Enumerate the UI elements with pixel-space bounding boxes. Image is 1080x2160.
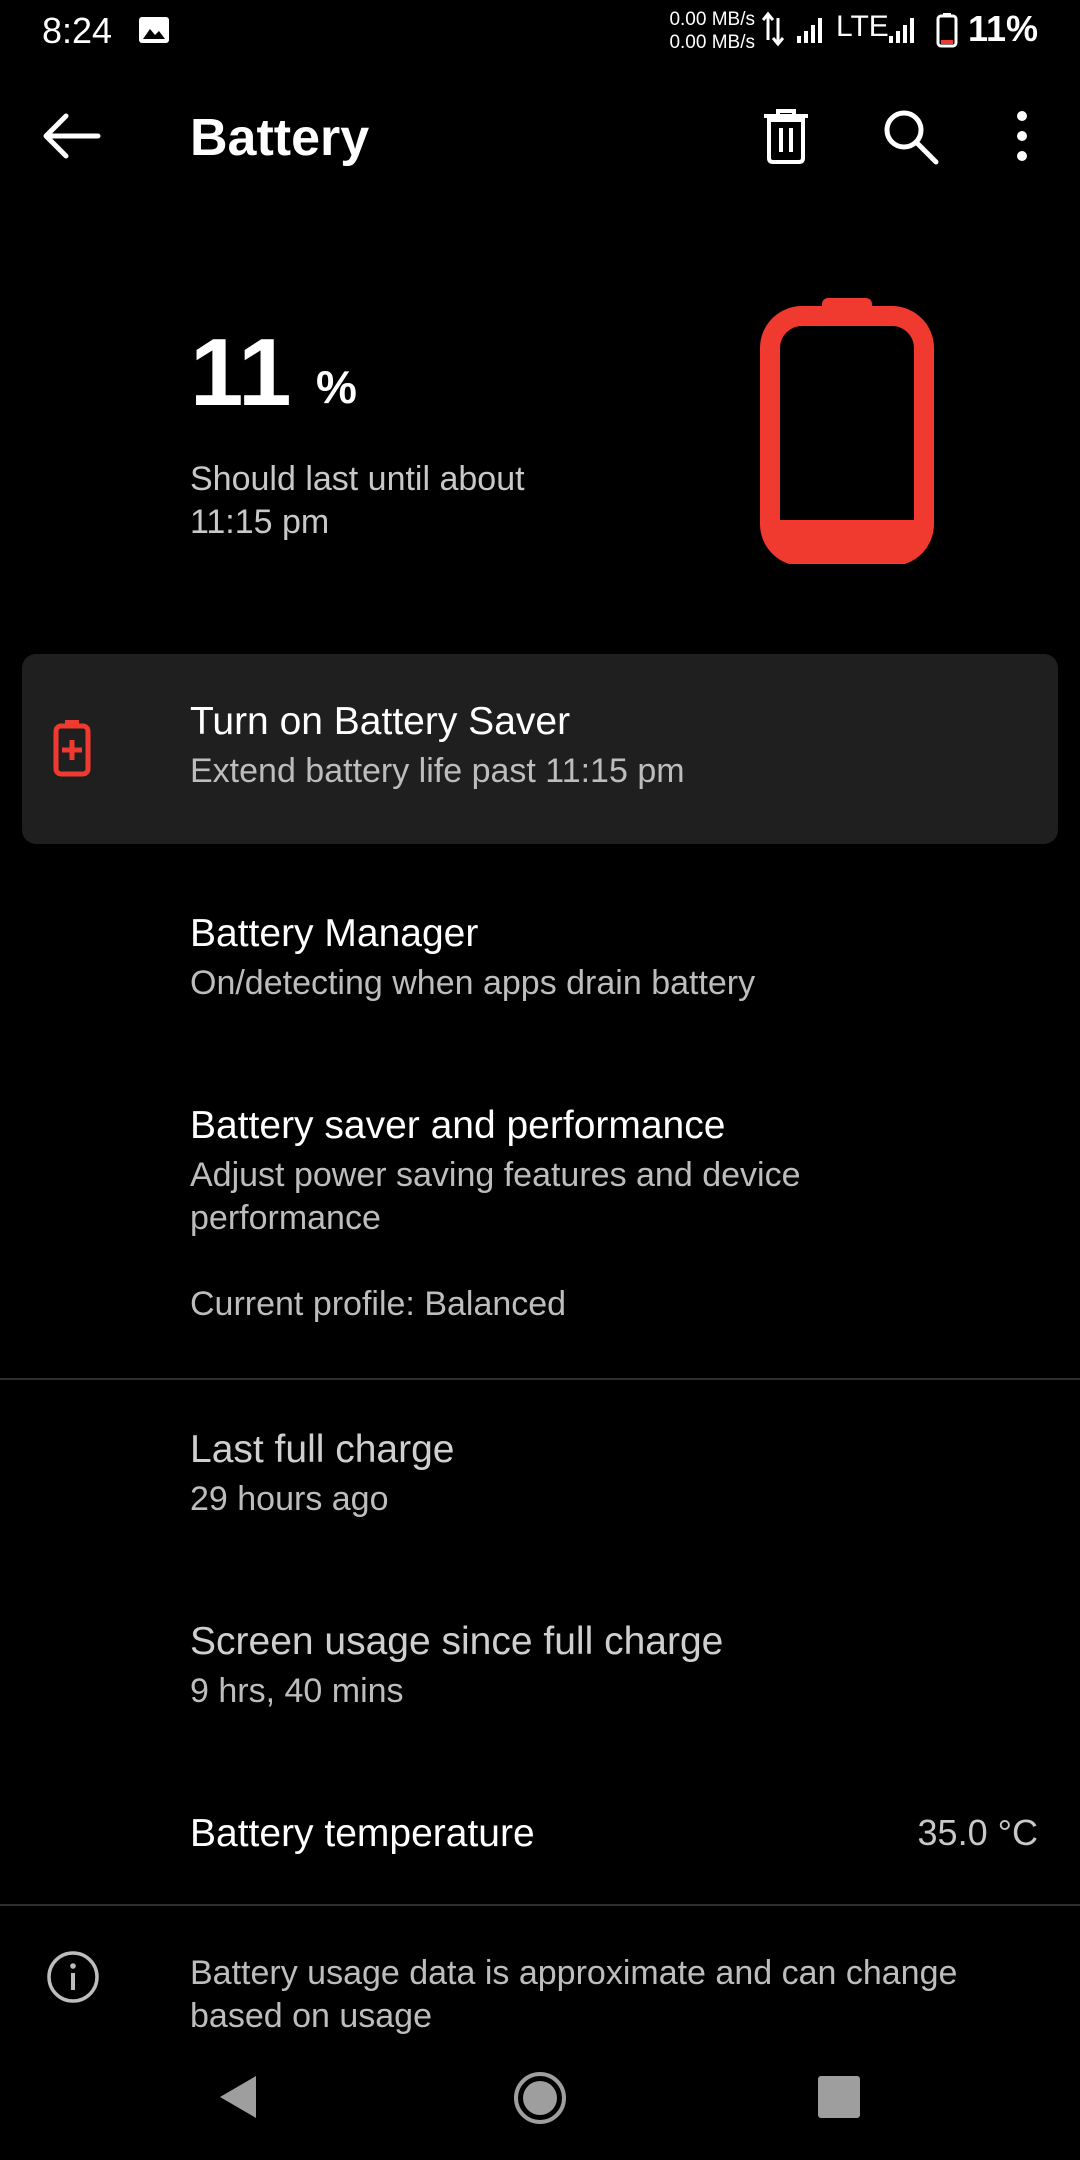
saver-performance-subtitle-1: Adjust power saving features and device xyxy=(190,1156,801,1194)
battery-manager-subtitle: On/detecting when apps drain battery xyxy=(190,964,756,1002)
usage-disclaimer: Battery usage data is approximate and ca… xyxy=(190,1952,1050,2038)
battery-saver-icon xyxy=(53,720,91,777)
status-time: 8:24 xyxy=(42,10,113,51)
battery-temperature-title: Battery temperature xyxy=(190,1812,535,1855)
nav-recents-icon[interactable] xyxy=(816,2074,862,2120)
page-title: Battery xyxy=(190,109,370,167)
estimate-line-1: Should last until about xyxy=(190,460,525,498)
battery-level: 11 xyxy=(190,319,292,426)
status-battery-icon xyxy=(936,13,958,48)
rate-up: 0.00 MB/s xyxy=(669,9,755,30)
saver-performance-subtitle-2: performance xyxy=(190,1199,381,1237)
trash-icon[interactable] xyxy=(760,108,812,164)
signal-strength-icon xyxy=(797,18,822,43)
back-arrow-icon[interactable] xyxy=(40,104,104,168)
footer-divider xyxy=(0,1904,1080,1906)
battery-level-icon xyxy=(760,298,934,564)
battery-manager-item[interactable]: Battery Manager On/detecting when apps d… xyxy=(190,912,1050,1005)
rate-down: 0.00 MB/s xyxy=(669,32,755,53)
battery-percent-sign: % xyxy=(316,361,357,413)
search-icon[interactable] xyxy=(880,106,940,166)
network-rates: 0.00 MB/s 0.00 MB/s xyxy=(655,8,755,54)
estimate-line-2: 11:15 pm xyxy=(190,503,330,541)
battery-estimate: Should last until about 11:15 pm xyxy=(190,458,690,544)
nav-home-icon[interactable] xyxy=(512,2070,568,2126)
nav-back-icon[interactable] xyxy=(212,2070,266,2124)
battery-saver-performance-item[interactable]: Battery saver and performance Adjust pow… xyxy=(190,1104,1050,1326)
status-battery-percent: 11% xyxy=(968,8,1039,49)
section-divider xyxy=(0,1378,1080,1380)
network-type: LTE xyxy=(836,10,889,43)
more-vert-icon[interactable] xyxy=(1006,108,1038,164)
battery-saver-subtitle: Extend battery life past 11:15 pm xyxy=(190,752,685,790)
disclaimer-line-1: Battery usage data is approximate and ca… xyxy=(190,1954,958,1992)
gallery-notification-icon xyxy=(139,17,169,43)
last-full-charge-value: 29 hours ago xyxy=(190,1480,389,1518)
signal-strength-icon-2 xyxy=(889,18,914,43)
battery-temperature-value: 35.0 °C xyxy=(917,1812,1038,1853)
saver-performance-title: Battery saver and performance xyxy=(190,1104,726,1147)
battery-manager-title: Battery Manager xyxy=(190,912,479,955)
disclaimer-line-2: based on usage xyxy=(190,1997,432,2035)
battery-temperature-item: Battery temperature xyxy=(190,1812,535,1856)
screen-usage-item: Screen usage since full charge 9 hrs, 40… xyxy=(190,1620,1050,1713)
battery-saver-text: Turn on Battery Saver Extend battery lif… xyxy=(190,700,685,793)
info-icon xyxy=(47,1951,99,2003)
data-activity-icon xyxy=(762,11,784,47)
battery-saver-title: Turn on Battery Saver xyxy=(190,700,571,743)
last-full-charge-title: Last full charge xyxy=(190,1428,455,1471)
last-full-charge-item: Last full charge 29 hours ago xyxy=(190,1428,1050,1521)
screen-usage-title: Screen usage since full charge xyxy=(190,1620,724,1663)
current-profile: Current profile: Balanced xyxy=(190,1285,567,1323)
screen-usage-value: 9 hrs, 40 mins xyxy=(190,1672,404,1710)
